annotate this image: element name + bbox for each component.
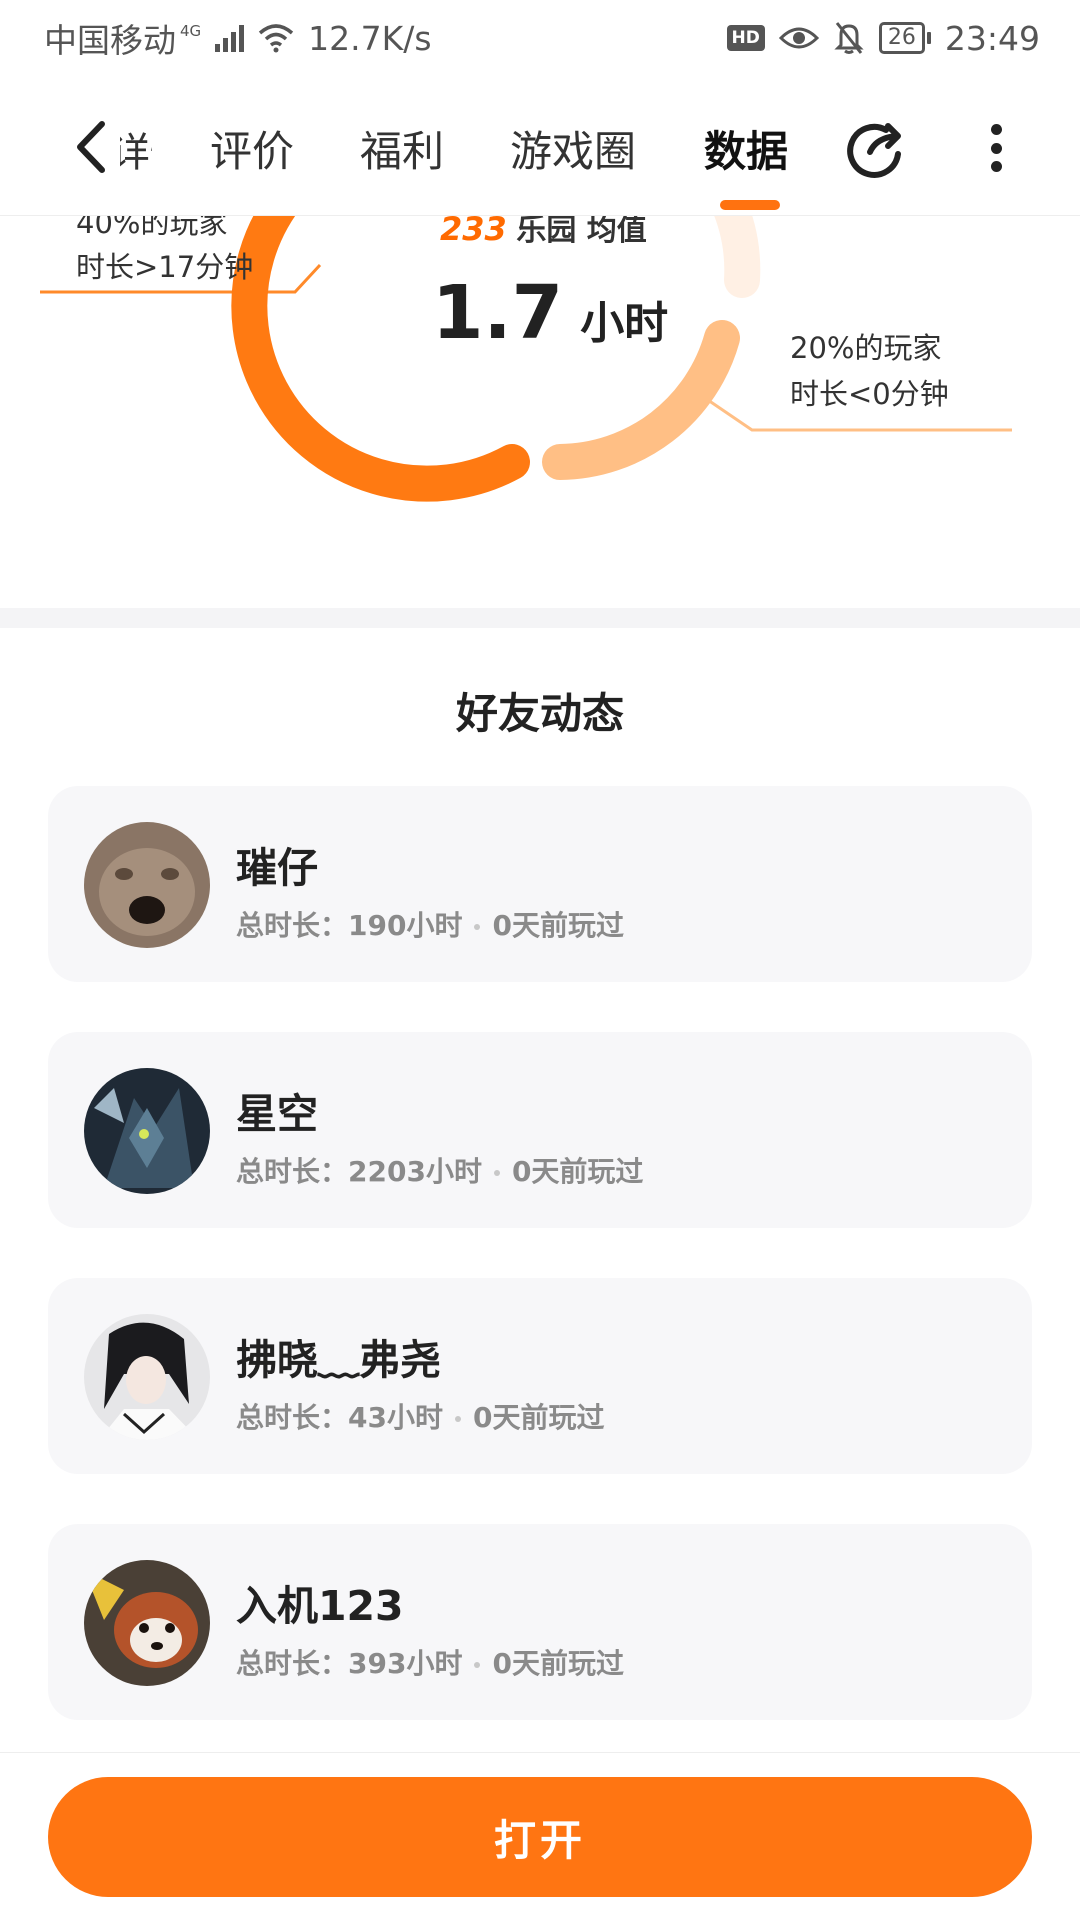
bell-off-icon xyxy=(834,22,864,54)
avatar[interactable] xyxy=(84,1560,210,1686)
friend-card[interactable]: 星空 总时长：2203小时 0天前玩过 xyxy=(48,1032,1032,1228)
status-right: HD 26 23:49 xyxy=(726,18,1040,58)
friend-playtime: 总时长：43小时 0天前玩过 xyxy=(236,1396,604,1436)
total-time-value: 43小时 xyxy=(348,1401,443,1434)
top-nav: 详情 评价 福利 游戏圈 数据 xyxy=(0,76,1080,216)
friend-name: 星空 xyxy=(236,1090,318,1138)
status-left: 中国移动 4G 12.7K/s xyxy=(44,14,432,62)
separator-dot xyxy=(474,1662,481,1668)
right-callout-line2: 时长<0分钟 xyxy=(790,377,949,411)
game-data-page: 中国移动 4G 12.7K/s HD 26 23:49 40%的玩家 时长>17… xyxy=(0,0,1080,1920)
wifi-icon xyxy=(259,24,294,53)
avatar[interactable] xyxy=(84,1314,210,1440)
section-divider xyxy=(0,608,1080,628)
clock: 23:49 xyxy=(944,18,1040,58)
separator-dot xyxy=(454,1416,461,1422)
network-speed: 12.7K/s xyxy=(308,18,432,58)
active-tab-indicator xyxy=(720,200,780,210)
average-duration: 1.7 小时 xyxy=(432,270,668,356)
ring-segment-light xyxy=(542,320,740,480)
eye-icon xyxy=(778,27,819,49)
duration-stats: 40%的玩家 时长>17分钟 20%的玩家 时长<0分钟 233 乐园 均值 1… xyxy=(0,170,1080,600)
friend-card[interactable]: 璀仔 总时长：190小时 0天前玩过 xyxy=(48,786,1032,982)
friend-card[interactable]: 入机123 总时长：393小时 0天前玩过 xyxy=(48,1524,1032,1720)
friend-activity-list: 璀仔 总时长：190小时 0天前玩过 星空 总时长：2203小时 0天前玩过 拂… xyxy=(48,786,1032,1770)
total-time-value: 2203小时 xyxy=(348,1155,482,1188)
tab-game-circle[interactable]: 游戏圈 xyxy=(510,118,636,179)
friend-name: 入机123 xyxy=(236,1582,404,1630)
back-arrow-icon[interactable] xyxy=(64,112,124,182)
carrier-name: 中国移动 xyxy=(44,21,176,60)
battery-level: 26 xyxy=(878,22,925,54)
share-icon[interactable] xyxy=(842,116,906,180)
total-time-label: 总时长： xyxy=(236,909,349,942)
right-callout-line1: 20%的玩家 xyxy=(790,331,942,365)
tab-benefits[interactable]: 福利 xyxy=(360,118,444,179)
last-played: 0天前玩过 xyxy=(492,1647,624,1680)
avatar[interactable] xyxy=(84,822,210,948)
last-played: 0天前玩过 xyxy=(492,909,624,942)
total-time-label: 总时长： xyxy=(236,1647,349,1680)
total-time-label: 总时长： xyxy=(236,1401,349,1434)
open-game-button[interactable]: 打开 xyxy=(48,1777,1032,1897)
status-bar: 中国移动 4G 12.7K/s HD 26 23:49 xyxy=(0,0,1080,76)
left-callout-line2: 时长>17分钟 xyxy=(76,250,254,284)
total-time-value: 393小时 xyxy=(348,1647,463,1680)
friend-playtime: 总时长：190小时 0天前玩过 xyxy=(236,904,624,944)
separator-dot xyxy=(493,1170,500,1176)
tab-data[interactable]: 数据 xyxy=(704,118,788,179)
friend-card[interactable]: 拂晓﹏弗尧 总时长：43小时 0天前玩过 xyxy=(48,1278,1032,1474)
network-type: 4G xyxy=(180,22,202,40)
battery-icon: 26 xyxy=(878,22,931,54)
friend-playtime: 总时长：2203小时 0天前玩过 xyxy=(236,1150,643,1190)
last-played: 0天前玩过 xyxy=(511,1155,644,1188)
total-time-label: 总时长： xyxy=(236,1155,349,1188)
signal-icon xyxy=(215,24,245,52)
total-time-value: 190小时 xyxy=(348,909,463,942)
last-played: 0天前玩过 xyxy=(472,1401,605,1434)
tab-reviews[interactable]: 评价 xyxy=(210,118,294,179)
bottom-action-bar: 打开 xyxy=(0,1752,1080,1920)
average-caption-text: 乐园 均值 xyxy=(516,213,647,248)
tab-details[interactable]: 详情 xyxy=(120,120,152,178)
right-callout: 20%的玩家 时长<0分钟 xyxy=(790,325,949,417)
average-duration-unit: 小时 xyxy=(580,298,669,349)
separator-dot xyxy=(474,924,481,930)
friend-name: 拂晓﹏弗尧 xyxy=(236,1336,441,1384)
hd-badge: HD xyxy=(726,25,765,51)
left-callout: 40%的玩家 时长>17分钟 xyxy=(76,206,254,290)
friends-section-title: 好友动态 xyxy=(455,689,624,738)
friend-name: 璀仔 xyxy=(236,844,318,892)
average-duration-value: 1.7 xyxy=(432,270,564,356)
friend-playtime: 总时长：393小时 0天前玩过 xyxy=(236,1642,624,1682)
more-options-icon[interactable] xyxy=(980,116,1012,180)
avatar[interactable] xyxy=(84,1068,210,1194)
